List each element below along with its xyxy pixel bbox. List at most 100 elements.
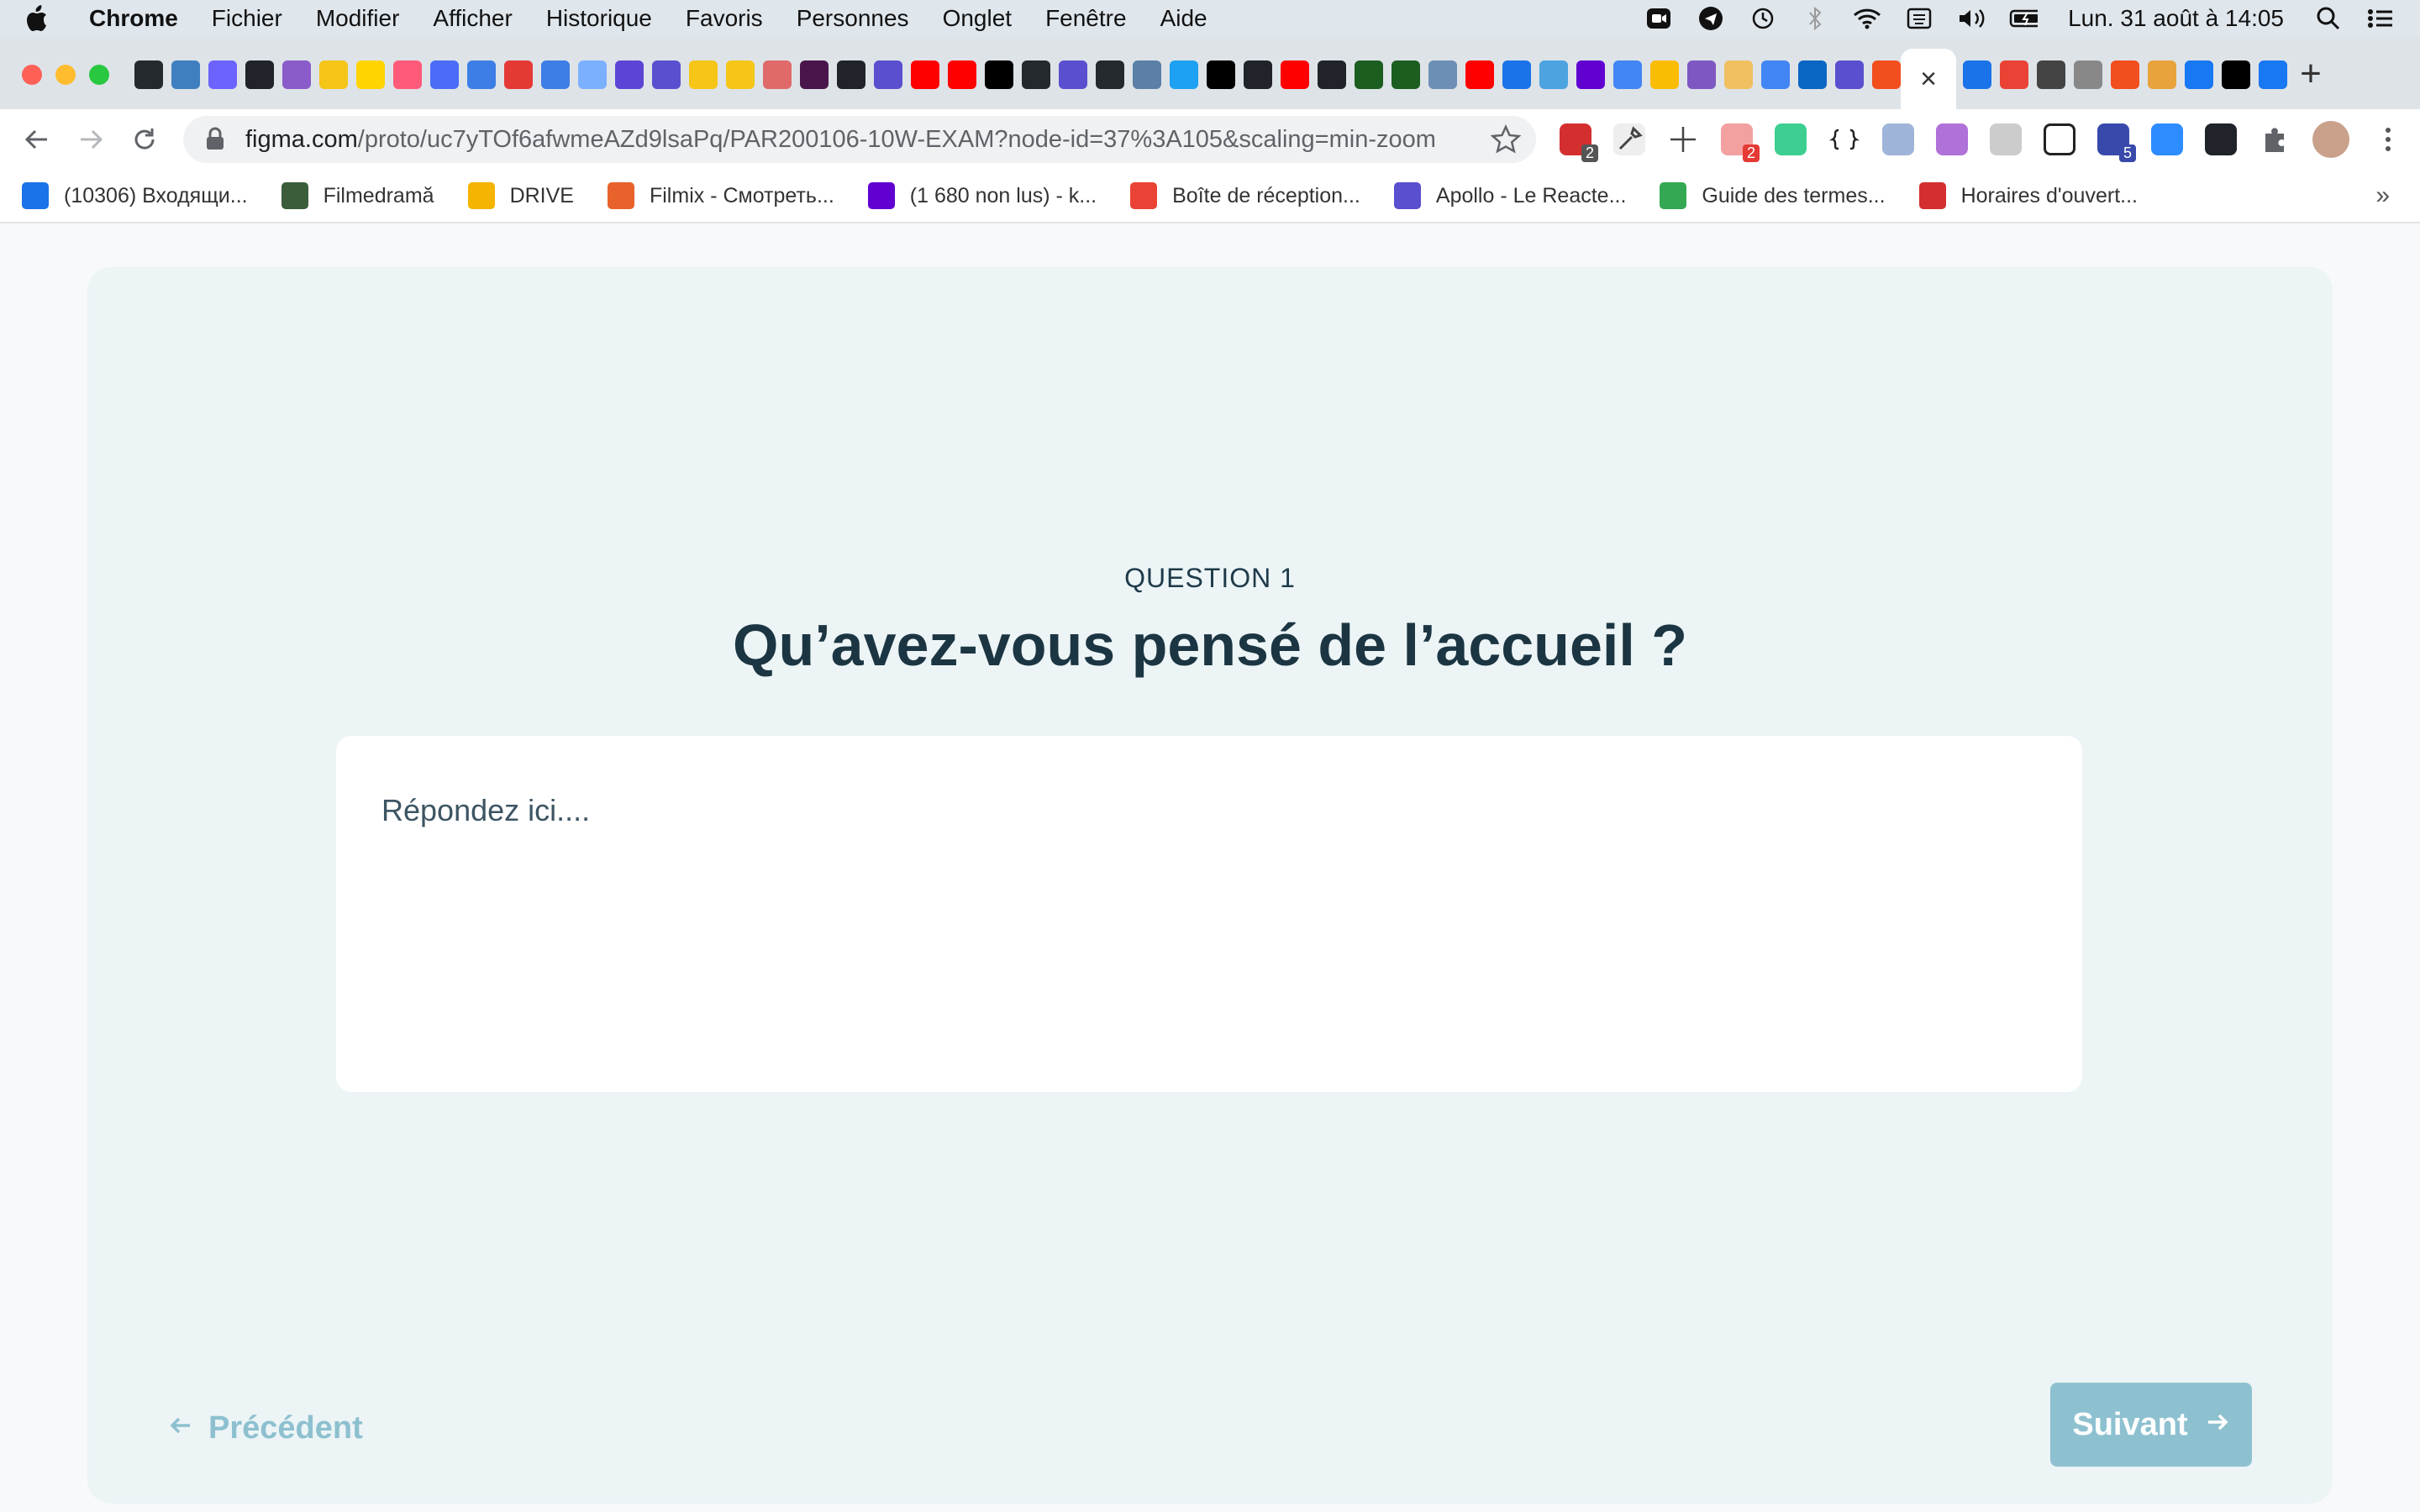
- keyboard-icon[interactable]: [1905, 6, 1933, 31]
- tab-slack-favicon-icon[interactable]: [800, 60, 829, 89]
- tab-dev-favicon-icon[interactable]: [1207, 60, 1235, 89]
- answer-textarea[interactable]: [336, 736, 2082, 1092]
- control-center-icon[interactable]: [2366, 6, 2395, 31]
- tab-medium-favicon-icon[interactable]: [985, 60, 1013, 89]
- tab-favicon-icon[interactable]: [1392, 60, 1420, 89]
- volume-icon[interactable]: [1957, 6, 1986, 31]
- profile-avatar[interactable]: [2312, 121, 2349, 158]
- menu-historique[interactable]: Historique: [546, 5, 652, 32]
- zoom-status-icon[interactable]: [1644, 6, 1673, 31]
- tab-favicon-icon[interactable]: [1724, 60, 1753, 89]
- menubar-clock[interactable]: Lun. 31 août à 14:05: [2068, 5, 2284, 32]
- tab-favicon-icon[interactable]: [504, 60, 533, 89]
- telegram-status-icon[interactable]: [1697, 6, 1725, 31]
- tab-github-favicon-icon[interactable]: [1096, 60, 1124, 89]
- wifi-icon[interactable]: [1853, 6, 1881, 31]
- bookmark-item[interactable]: Horaires d'ouvert...: [1918, 182, 2138, 209]
- tab-favicon-icon[interactable]: [1428, 60, 1457, 89]
- tab-favicon-icon[interactable]: [208, 60, 237, 89]
- tab-youtube-favicon-icon[interactable]: [948, 60, 976, 89]
- time-machine-icon[interactable]: [1749, 6, 1777, 31]
- tab-twitter-favicon-icon[interactable]: [1170, 60, 1198, 89]
- tab-favicon-icon[interactable]: [578, 60, 607, 89]
- bookmark-star-icon[interactable]: [1490, 123, 1522, 155]
- extension-icon[interactable]: [1775, 123, 1807, 155]
- tab-favicon-icon[interactable]: [1355, 60, 1383, 89]
- tab-gmail-favicon-icon[interactable]: [2000, 60, 2028, 89]
- menu-onglet[interactable]: Onglet: [943, 5, 1013, 32]
- tab-linkedin-favicon-icon[interactable]: [1798, 60, 1827, 89]
- tab-favicon-icon[interactable]: [1059, 60, 1087, 89]
- new-tab-button[interactable]: +: [2292, 55, 2329, 92]
- chrome-menu-icon[interactable]: [2371, 123, 2405, 156]
- address-bar[interactable]: figma.com/proto/uc7yTOf6afwmeAZd9lsaPq/P…: [183, 116, 1536, 163]
- menu-aide[interactable]: Aide: [1160, 5, 1207, 32]
- tab-favicon-icon[interactable]: [467, 60, 496, 89]
- tab-favicon-icon[interactable]: [2074, 60, 2102, 89]
- extension-icon[interactable]: [1882, 123, 1914, 155]
- bookmark-item[interactable]: Filmix - Смотреть...: [607, 182, 834, 209]
- tab-github-favicon-icon[interactable]: [1022, 60, 1050, 89]
- tab-favicon-icon[interactable]: [1576, 60, 1605, 89]
- zoom-extension-icon[interactable]: [2151, 123, 2183, 155]
- tab-react-favicon-icon[interactable]: [1318, 60, 1346, 89]
- window-zoom-button[interactable]: [89, 65, 109, 85]
- tab-favicon-icon[interactable]: [874, 60, 902, 89]
- tab-favicon-icon[interactable]: [689, 60, 718, 89]
- tab-favicon-icon[interactable]: [615, 60, 644, 89]
- tab-youtube-favicon-icon[interactable]: [1281, 60, 1309, 89]
- tab-facebook-favicon-icon[interactable]: [2185, 60, 2213, 89]
- tab-favicon-icon[interactable]: [430, 60, 459, 89]
- tab-favicon-icon[interactable]: [1835, 60, 1864, 89]
- menu-fenetre[interactable]: Fenêtre: [1045, 5, 1127, 32]
- extension-icon[interactable]: [1990, 123, 2022, 155]
- tab-favicon-icon[interactable]: [1650, 60, 1679, 89]
- bookmark-item[interactable]: (10306) Входящи...: [22, 182, 248, 209]
- battery-icon[interactable]: [2009, 6, 2039, 31]
- tab-favicon-icon[interactable]: [319, 60, 348, 89]
- menu-favoris[interactable]: Favoris: [686, 5, 763, 32]
- tab-favicon-icon[interactable]: [356, 60, 385, 89]
- tab-close-icon[interactable]: ×: [1920, 63, 1937, 96]
- menu-modifier[interactable]: Modifier: [316, 5, 400, 32]
- puzzle-extensions-icon[interactable]: [2259, 123, 2291, 155]
- tab-favicon-icon[interactable]: [2037, 60, 2065, 89]
- json-extension-icon[interactable]: [1828, 123, 1860, 155]
- tab-favicon-icon[interactable]: [763, 60, 792, 89]
- window-minimize-button[interactable]: [55, 65, 76, 85]
- tab-google-favicon-icon[interactable]: [1613, 60, 1642, 89]
- tab-favicon-icon[interactable]: [2148, 60, 2176, 89]
- spotlight-search-icon[interactable]: [2314, 6, 2343, 31]
- tab-favicon-icon[interactable]: [282, 60, 311, 89]
- tab-favicon-icon[interactable]: [1133, 60, 1161, 89]
- menu-app-chrome[interactable]: Chrome: [89, 5, 178, 32]
- tab-figma-favicon-icon[interactable]: [2111, 60, 2139, 89]
- tab-favicon-icon[interactable]: [1502, 60, 1531, 89]
- image-extension-icon[interactable]: [2044, 123, 2075, 155]
- tab-react-favicon-icon[interactable]: [837, 60, 865, 89]
- menu-afficher[interactable]: Afficher: [433, 5, 512, 32]
- tab-favicon-icon[interactable]: [393, 60, 422, 89]
- bookmark-item[interactable]: (1 680 non lus) - k...: [867, 182, 1097, 209]
- active-tab[interactable]: ×: [1901, 49, 1956, 109]
- previous-button[interactable]: Précédent: [168, 1403, 363, 1453]
- tab-favicon-icon[interactable]: [541, 60, 570, 89]
- tab-favicon-icon[interactable]: [1539, 60, 1568, 89]
- tab-favicon-icon[interactable]: [1761, 60, 1790, 89]
- tab-appletv-favicon-icon[interactable]: [2222, 60, 2250, 89]
- back-arrow-icon[interactable]: [18, 121, 55, 158]
- tab-github-favicon-icon[interactable]: [134, 60, 163, 89]
- bookmarks-overflow-button[interactable]: »: [2375, 181, 2390, 210]
- tab-favicon-icon[interactable]: [652, 60, 681, 89]
- tab-favicon-icon[interactable]: [726, 60, 755, 89]
- url-text[interactable]: figma.com/proto/uc7yTOf6afwmeAZd9lsaPq/P…: [245, 126, 1436, 154]
- bookmark-item[interactable]: Filmedramă: [281, 182, 434, 209]
- tab-react-favicon-icon[interactable]: [245, 60, 274, 89]
- apple-logo-icon[interactable]: [25, 5, 50, 32]
- forward-arrow-icon[interactable]: [72, 121, 109, 158]
- extension-icon[interactable]: 5: [2097, 123, 2136, 162]
- adblock-extension-icon[interactable]: 2: [1560, 123, 1598, 162]
- bookmark-item[interactable]: Apollo - Le Reacte...: [1393, 182, 1626, 209]
- tab-favicon-icon[interactable]: [1963, 60, 1991, 89]
- tab-favicon-icon[interactable]: [171, 60, 200, 89]
